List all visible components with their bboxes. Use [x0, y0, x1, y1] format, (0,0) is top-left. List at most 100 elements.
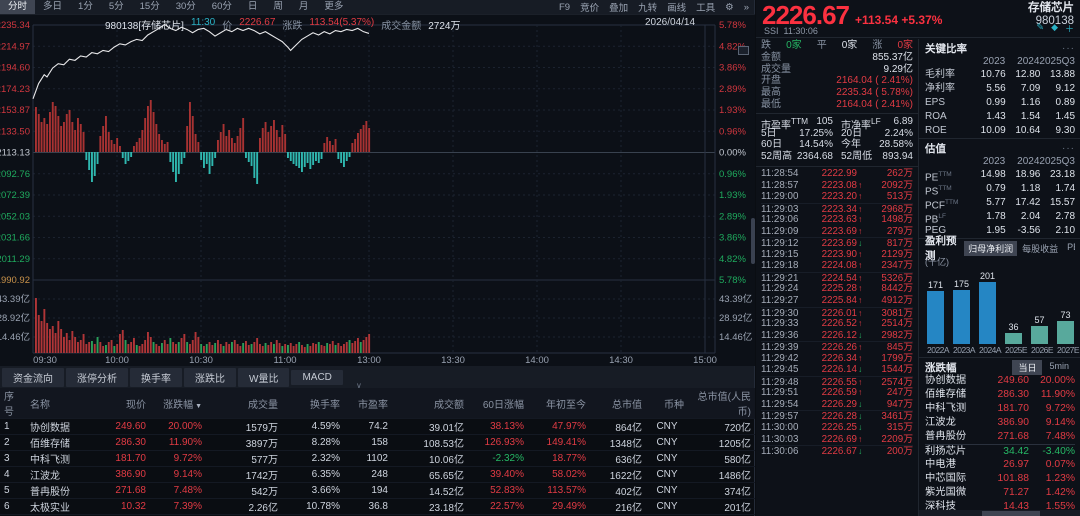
- column-header-0[interactable]: 序号: [0, 388, 26, 419]
- subtab-5[interactable]: MACD: [291, 370, 342, 385]
- table-row[interactable]: 3中科飞测181.709.72%577万2.32%110210.06亿-2.32…: [0, 451, 755, 467]
- subtab-0[interactable]: 资金流向: [2, 368, 64, 387]
- tool-3[interactable]: 九转: [633, 0, 662, 14]
- tick-row[interactable]: 11:29:122223.69↓817万: [761, 237, 913, 249]
- tick-row[interactable]: 11:30:062226.67↓200万: [761, 445, 913, 457]
- intraday-chart-svg[interactable]: 2235.342214.972194.602174.232153.872133.…: [0, 15, 755, 367]
- tick-row[interactable]: 11:29:212224.54↑5326万: [761, 272, 913, 284]
- table-row[interactable]: 1协创数据249.6020.00%1579万4.59%74.239.01亿38.…: [0, 419, 755, 435]
- mover-row[interactable]: 普冉股份271.687.48%: [925, 430, 1075, 444]
- collapse-table-handle[interactable]: ∨: [356, 383, 362, 389]
- movers-tab-1[interactable]: 5min: [1043, 360, 1075, 375]
- column-header-9[interactable]: 年初至今: [528, 388, 590, 419]
- tick-row[interactable]: 11:29:512226.59↑247万: [761, 387, 913, 399]
- mover-row[interactable]: 深科技14.431.55%: [925, 500, 1075, 510]
- column-header-7[interactable]: 成交额: [392, 388, 468, 419]
- tool-5[interactable]: 工具: [691, 0, 720, 14]
- column-header-5[interactable]: 换手率: [282, 388, 344, 419]
- tick-row[interactable]: 11:29:452226.14↓1544万: [761, 364, 913, 376]
- tab-period-6[interactable]: 60分: [204, 0, 240, 14]
- tick-row[interactable]: 11:29:362226.12↓2982万: [761, 330, 913, 342]
- tick-row[interactable]: 11:30:032226.69↑2209万: [761, 434, 913, 446]
- tick-row[interactable]: 11:29:302226.01↑3081万: [761, 307, 913, 319]
- tick-row[interactable]: 11:29:032223.34↑2968万: [761, 203, 913, 215]
- mover-row[interactable]: 江波龙386.909.14%: [925, 416, 1075, 430]
- tick-row[interactable]: 11:29:242225.28↑8442万: [761, 283, 913, 295]
- subtab-1[interactable]: 涨停分析: [66, 368, 128, 387]
- forecast-tab-2[interactable]: PE: [1063, 241, 1075, 256]
- add-watchlist-icon[interactable]: ＋: [1065, 22, 1074, 35]
- tick-row[interactable]: 11:28:542222.99262万: [761, 168, 913, 180]
- column-header-2[interactable]: 现价: [98, 388, 150, 419]
- gear-icon[interactable]: ⚙: [720, 2, 739, 13]
- column-header-8[interactable]: 60日涨幅: [468, 388, 528, 419]
- expand-panel-icon[interactable]: »: [739, 2, 754, 13]
- tool-2[interactable]: 叠加: [604, 0, 633, 14]
- column-header-6[interactable]: 市盈率: [344, 388, 392, 419]
- mini-window-icon[interactable]: [738, 46, 749, 55]
- column-header-1[interactable]: 名称: [26, 388, 98, 419]
- tick-row[interactable]: 11:29:422226.34↑1799万: [761, 353, 913, 365]
- right-tab-1[interactable]: 深度分析: [982, 511, 1040, 516]
- tick-row[interactable]: 11:29:482226.55↑2574万: [761, 376, 913, 388]
- column-header-3[interactable]: 涨跌幅 ▼: [150, 388, 206, 419]
- table-row[interactable]: 5普冉股份271.687.48%542万3.66%19414.52亿52.83%…: [0, 483, 755, 499]
- mover-row[interactable]: 中芯国际101.881.23%: [925, 472, 1075, 486]
- tick-row[interactable]: 11:29:152223.90↑2129万: [761, 249, 913, 261]
- tick-row[interactable]: 11:29:182224.08↑2347万: [761, 260, 913, 272]
- tick-row[interactable]: 11:29:092223.69↑279万: [761, 226, 913, 238]
- movers-tab-0[interactable]: 当日: [1012, 360, 1042, 375]
- table-row[interactable]: 2佰维存储286.3011.90%3897万8.28%158108.53亿126…: [0, 435, 755, 451]
- panel-divider-handle[interactable]: [751, 218, 755, 264]
- mover-row[interactable]: 中电港26.970.07%: [925, 458, 1075, 472]
- tool-0[interactable]: F9: [554, 2, 575, 13]
- tab-period-10[interactable]: 更多: [316, 0, 351, 14]
- tab-period-5[interactable]: 30分: [168, 0, 204, 14]
- tab-period-4[interactable]: 15分: [132, 0, 168, 14]
- forecast-tab-1[interactable]: 每股收益: [1018, 241, 1062, 256]
- valuation-val-3-1: 2.04: [1006, 210, 1041, 224]
- tick-row[interactable]: 11:29:062223.63↑1498万: [761, 214, 913, 226]
- tab-period-9[interactable]: 月: [291, 0, 317, 14]
- alert-bell-icon[interactable]: ◆: [1051, 22, 1058, 35]
- pencil-icon[interactable]: ✎: [1037, 22, 1045, 35]
- column-header-10[interactable]: 总市值: [590, 388, 646, 419]
- mover-row[interactable]: 佰维存储286.3011.90%: [925, 388, 1075, 402]
- tick-row[interactable]: 11:29:392226.26↑845万: [761, 341, 913, 353]
- mover-row[interactable]: 利扬芯片34.42-3.40%: [925, 444, 1075, 458]
- tick-row[interactable]: 11:28:572223.08↑2092万: [761, 180, 913, 192]
- tool-4[interactable]: 画线: [662, 0, 691, 14]
- tab-period-8[interactable]: 周: [265, 0, 291, 14]
- mover-row[interactable]: 协创数据249.6020.00%: [925, 374, 1075, 388]
- subtab-4[interactable]: W量比: [238, 368, 289, 387]
- tick-row[interactable]: 11:29:572226.28↓3461万: [761, 410, 913, 422]
- tick-time: 11:30:03: [761, 434, 813, 446]
- right-tab-0[interactable]: 流向分析: [923, 511, 981, 516]
- mover-row[interactable]: 中科飞测181.709.72%: [925, 402, 1075, 416]
- tick-row[interactable]: 11:29:002223.20↑513万: [761, 191, 913, 203]
- tick-row[interactable]: 11:29:272225.84↑4912万: [761, 295, 913, 307]
- key-ratios-menu-icon[interactable]: ···: [1062, 43, 1075, 54]
- table-row[interactable]: 6太极实业10.327.39%2.26亿10.78%36.823.18亿22.5…: [0, 499, 755, 515]
- tick-row[interactable]: 11:29:542226.29↓947万: [761, 399, 913, 411]
- tab-period-1[interactable]: 多日: [35, 0, 70, 14]
- tool-1[interactable]: 竞价: [575, 0, 604, 14]
- forecast-tab-0[interactable]: 归母净利润: [964, 241, 1017, 256]
- tick-row[interactable]: 11:29:332226.52↑2514万: [761, 318, 913, 330]
- valuation-menu-icon[interactable]: ···: [1062, 143, 1075, 154]
- column-header-11[interactable]: 币种: [646, 388, 688, 419]
- tab-period-2[interactable]: 1分: [70, 0, 101, 14]
- tab-period-3[interactable]: 5分: [101, 0, 132, 14]
- movers-list[interactable]: 协创数据249.6020.00%佰维存储286.3011.90%中科飞测181.…: [925, 374, 1075, 510]
- tab-period-0[interactable]: 分时: [0, 0, 35, 14]
- subtab-2[interactable]: 换手率: [130, 368, 182, 387]
- tick-row[interactable]: 11:30:002226.25↓315万: [761, 422, 913, 434]
- mover-row[interactable]: 紫光国微71.271.42%: [925, 486, 1075, 500]
- table-row[interactable]: 4江波龙386.909.14%1742万6.35%24865.65亿39.40%…: [0, 467, 755, 483]
- column-header-4[interactable]: 成交量: [206, 388, 282, 419]
- tab-period-7[interactable]: 日: [240, 0, 266, 14]
- time-and-sales-list[interactable]: 11:28:542222.99262万11:28:572223.08↑2092万…: [756, 166, 918, 457]
- subtab-3[interactable]: 涨跌比: [184, 368, 236, 387]
- column-header-12[interactable]: 总市值(人民币): [688, 388, 755, 419]
- intraday-chart-area[interactable]: 980138[存储芯片]11:30价2226.67涨跌113.54(5.37%)…: [0, 14, 755, 366]
